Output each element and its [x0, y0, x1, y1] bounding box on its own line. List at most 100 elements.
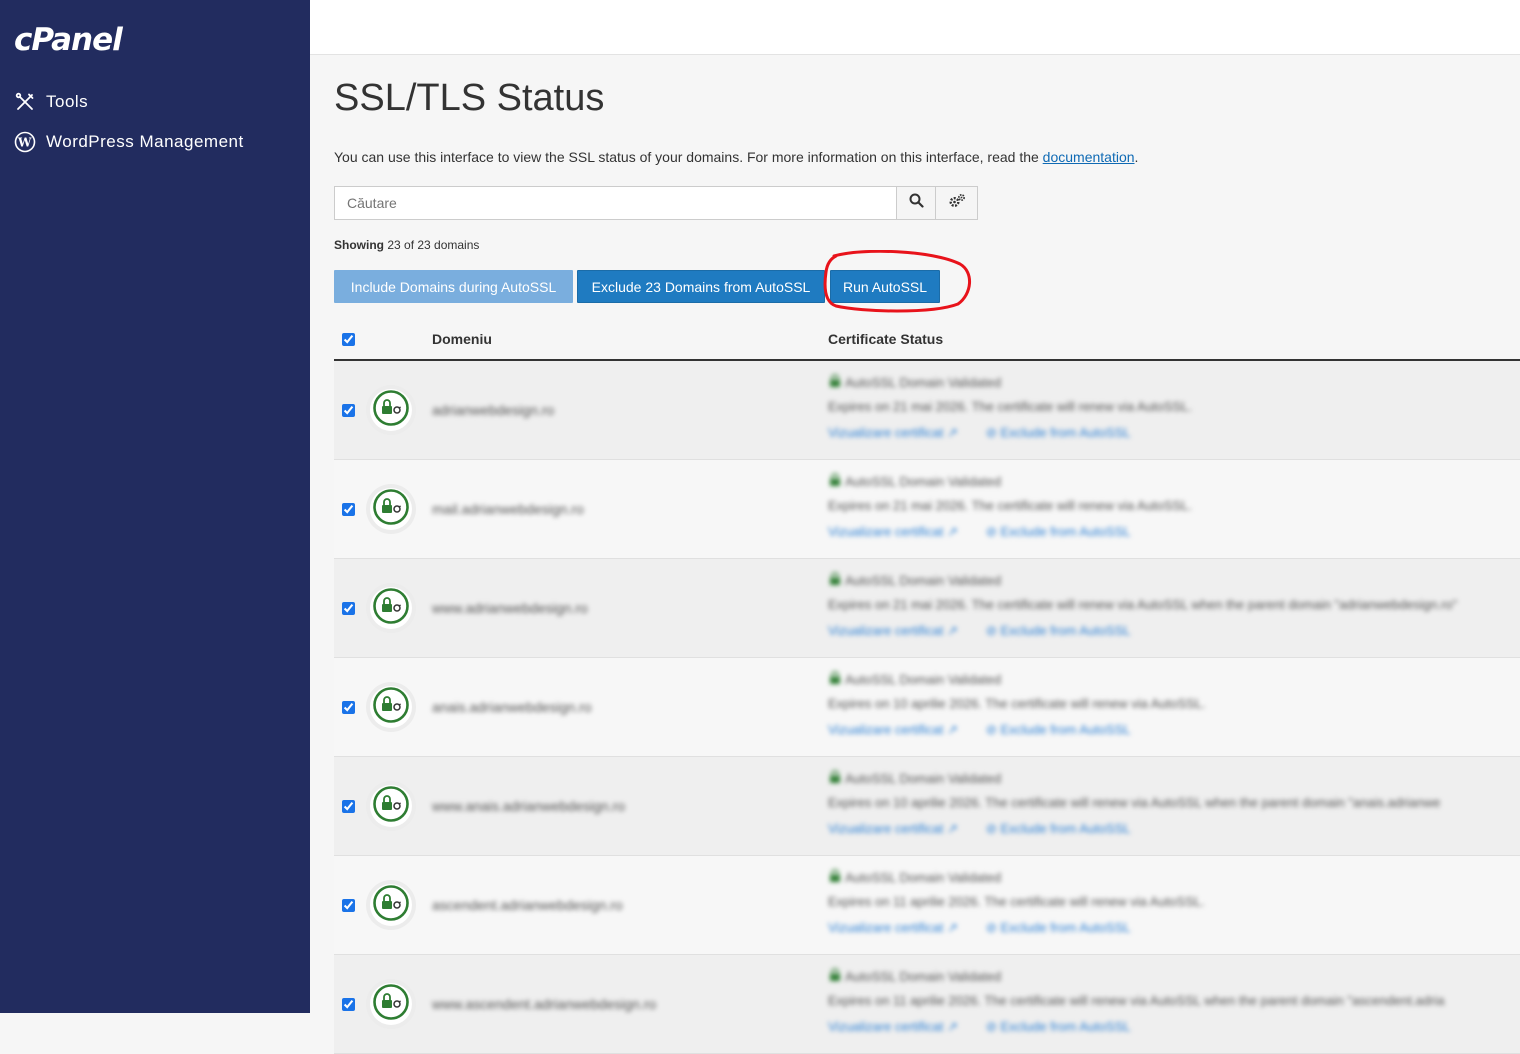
svg-text:W: W	[17, 136, 32, 150]
row-checkbox[interactable]	[342, 701, 355, 714]
table-row: mail.adrianwebdesign.ro AutoSSL Domain Va…	[334, 460, 1520, 559]
ssl-status-badge	[370, 884, 412, 926]
row-actions: Vizualizare certificat ↗ ⊘ Exclude from A…	[828, 623, 1131, 639]
row-checkbox[interactable]	[342, 800, 355, 813]
view-certificate-link[interactable]: Vizualizare certificat ↗	[828, 524, 958, 540]
certificate-status: AutoSSL Domain Validated	[828, 374, 1001, 391]
exclude-from-autossl-link[interactable]: ⊘ Exclude from AutoSSL	[986, 722, 1131, 738]
exclude-from-autossl-link[interactable]: ⊘ Exclude from AutoSSL	[986, 821, 1131, 837]
sidebar-item-label: WordPress Management	[46, 132, 244, 151]
sidebar: cPanel Tools W WordPress Management	[0, 0, 310, 1013]
view-certificate-link[interactable]: Vizualizare certificat ↗	[828, 920, 958, 936]
certificate-status: AutoSSL Domain Validated	[828, 869, 1001, 886]
search-bar	[334, 186, 978, 220]
row-checkbox-cell	[342, 701, 355, 719]
column-header-status[interactable]: Certificate Status	[828, 331, 943, 347]
search-settings-button[interactable]	[936, 186, 978, 220]
search-input[interactable]	[334, 186, 896, 220]
row-checkbox-cell	[342, 899, 355, 917]
row-checkbox-cell	[342, 503, 355, 521]
exclude-icon: ⊘	[985, 425, 997, 440]
column-header-domain[interactable]: Domeniu	[432, 331, 492, 347]
table-header: Domeniu Certificate Status	[334, 325, 1520, 361]
exclude-from-autossl-link[interactable]: ⊘ Exclude from AutoSSL	[986, 623, 1131, 639]
table-row: www.ascendent.adrianwebdesign.ro AutoSSL …	[334, 955, 1520, 1054]
table-row: anais.adrianwebdesign.ro AutoSSL Domain V…	[334, 658, 1520, 757]
row-actions: Vizualizare certificat ↗ ⊘ Exclude from A…	[828, 920, 1131, 936]
table-row: ascendent.adrianwebdesign.ro AutoSSL Doma…	[334, 856, 1520, 955]
domain-name: anais.adrianwebdesign.ro	[432, 699, 592, 715]
certificate-status-text: AutoSSL Domain Validated	[845, 474, 1002, 489]
top-bar	[310, 0, 1520, 55]
certificate-expiry: Expires on 10 aprilie 2026. The certific…	[828, 696, 1206, 711]
sidebar-item-tools[interactable]: Tools	[14, 91, 88, 113]
view-certificate-link[interactable]: Vizualizare certificat ↗	[828, 821, 958, 837]
certificate-status-text: AutoSSL Domain Validated	[845, 573, 1002, 588]
certificate-status: AutoSSL Domain Validated	[828, 473, 1001, 490]
ssl-status-badge	[370, 587, 412, 629]
lock-icon	[372, 587, 410, 630]
domain-name: mail.adrianwebdesign.ro	[432, 501, 584, 517]
lock-icon	[372, 983, 410, 1026]
view-certificate-link[interactable]: Vizualizare certificat ↗	[828, 722, 958, 738]
view-certificate-link[interactable]: Vizualizare certificat ↗	[828, 425, 958, 441]
lock-small-icon	[828, 770, 842, 787]
intro-text: You can use this interface to view the S…	[334, 149, 1138, 165]
showing-count: Showing 23 of 23 domains	[334, 238, 479, 252]
row-checkbox[interactable]	[342, 602, 355, 615]
tools-icon	[14, 91, 36, 113]
external-link-icon: ↗	[947, 425, 958, 440]
showing-label: Showing	[334, 238, 384, 252]
row-checkbox[interactable]	[342, 998, 355, 1011]
exclude-icon: ⊘	[985, 920, 997, 935]
include-domains-button[interactable]: Include Domains during AutoSSL	[334, 270, 573, 303]
domain-name: www.adrianwebdesign.ro	[432, 600, 588, 616]
certificate-status: AutoSSL Domain Validated	[828, 671, 1001, 688]
external-link-icon: ↗	[947, 722, 958, 737]
intro-text-end: .	[1134, 149, 1139, 165]
search-button[interactable]	[896, 186, 936, 220]
domain-name: www.ascendent.adrianwebdesign.ro	[432, 996, 657, 1012]
row-checkbox[interactable]	[342, 503, 355, 516]
lock-small-icon	[828, 374, 842, 391]
certificate-status-text: AutoSSL Domain Validated	[845, 969, 1002, 984]
exclude-domains-button[interactable]: Exclude 23 Domains from AutoSSL	[577, 270, 825, 303]
sidebar-item-label: Tools	[46, 92, 89, 111]
view-certificate-link[interactable]: Vizualizare certificat ↗	[828, 1019, 958, 1035]
exclude-from-autossl-link[interactable]: ⊘ Exclude from AutoSSL	[986, 1019, 1131, 1035]
certificate-expiry: Expires on 11 aprilie 2026. The certific…	[828, 993, 1445, 1008]
table-row: www.anais.adrianwebdesign.ro AutoSSL Doma…	[334, 757, 1520, 856]
wordpress-icon: W	[14, 131, 36, 153]
ssl-status-badge	[370, 389, 412, 431]
sidebar-item-wordpress[interactable]: W WordPress Management	[14, 131, 244, 153]
row-checkbox-cell	[342, 998, 355, 1016]
lock-icon	[372, 884, 410, 927]
lock-icon	[372, 686, 410, 729]
ssl-status-badge	[370, 983, 412, 1025]
exclude-from-autossl-link[interactable]: ⊘ Exclude from AutoSSL	[986, 425, 1131, 441]
select-all-checkbox-cell	[342, 333, 355, 351]
cpanel-logo[interactable]: cPanel	[14, 22, 123, 58]
row-actions: Vizualizare certificat ↗ ⊘ Exclude from A…	[828, 1019, 1131, 1035]
lock-icon	[372, 389, 410, 432]
external-link-icon: ↗	[947, 1019, 958, 1034]
page-title: SSL/TLS Status	[334, 77, 605, 119]
certificate-status: AutoSSL Domain Validated	[828, 572, 1001, 589]
run-autossl-button[interactable]: Run AutoSSL	[830, 270, 940, 303]
intro-text-body: You can use this interface to view the S…	[334, 149, 1043, 165]
row-actions: Vizualizare certificat ↗ ⊘ Exclude from A…	[828, 821, 1131, 837]
domain-name: adrianwebdesign.ro	[432, 402, 555, 418]
exclude-from-autossl-link[interactable]: ⊘ Exclude from AutoSSL	[986, 524, 1131, 540]
select-all-checkbox[interactable]	[342, 333, 355, 346]
certificate-status-text: AutoSSL Domain Validated	[845, 672, 1002, 687]
view-certificate-link[interactable]: Vizualizare certificat ↗	[828, 623, 958, 639]
certificate-status-text: AutoSSL Domain Validated	[845, 375, 1002, 390]
row-checkbox-cell	[342, 602, 355, 620]
exclude-from-autossl-link[interactable]: ⊘ Exclude from AutoSSL	[986, 920, 1131, 936]
row-checkbox[interactable]	[342, 899, 355, 912]
certificate-expiry: Expires on 11 aprilie 2026. The certific…	[828, 894, 1205, 909]
documentation-link[interactable]: documentation	[1043, 149, 1135, 165]
row-checkbox[interactable]	[342, 404, 355, 417]
exclude-icon: ⊘	[985, 821, 997, 836]
domain-name: ascendent.adrianwebdesign.ro	[432, 897, 623, 913]
